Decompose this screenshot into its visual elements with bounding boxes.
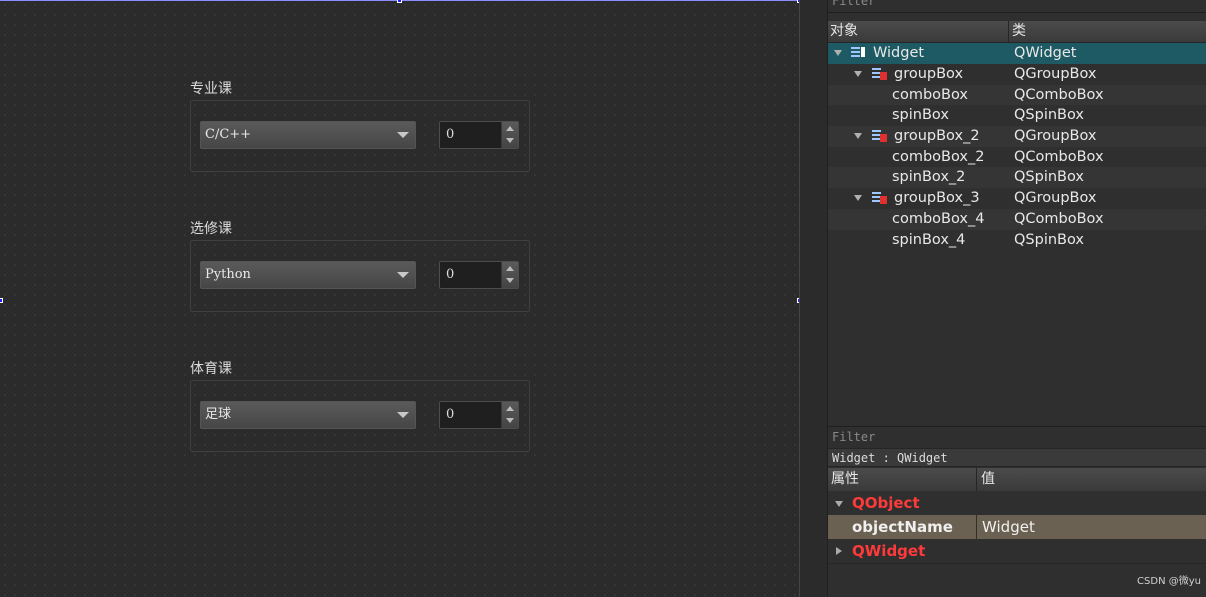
chevron-down-icon[interactable] <box>397 412 409 418</box>
combo-box-value: 足球 <box>205 407 232 422</box>
canvas-margin <box>800 0 827 597</box>
combo-box[interactable]: 足球 <box>200 401 416 429</box>
tree-item-name: spinBox <box>892 107 949 124</box>
tree-row-combobox-2[interactable]: comboBox_2 QComboBox <box>828 147 1206 168</box>
tree-item-class: QSpinBox <box>1014 107 1084 124</box>
tree-row-groupbox-3[interactable]: groupBox_3 QGroupBox <box>828 188 1206 209</box>
tree-item-name: groupBox <box>894 66 964 82</box>
tree-item-name: comboBox <box>892 86 968 103</box>
inspector-panel: Filter 对象 类 Widget QWidget groupBox QGro… <box>827 0 1206 597</box>
spin-box-value: 0 <box>446 127 455 142</box>
category-label: QWidget <box>852 542 926 560</box>
spin-box-value: 0 <box>446 267 455 282</box>
resize-handle-top[interactable] <box>397 0 402 3</box>
chevron-right-icon[interactable] <box>836 547 842 555</box>
chevron-down-icon[interactable] <box>397 132 409 138</box>
property-value[interactable]: Widget <box>982 515 1035 539</box>
property-filter-input[interactable]: Filter <box>828 426 1206 447</box>
object-filter-input[interactable]: Filter <box>828 0 1206 12</box>
tree-item-class: QComboBox <box>1014 210 1104 227</box>
property-object-label: Widget : QWidget <box>828 448 1206 467</box>
chevron-down-icon[interactable] <box>854 195 862 202</box>
spin-buttons[interactable] <box>501 122 518 148</box>
combo-box-value: Python <box>205 267 251 282</box>
tree-item-name: spinBox_2 <box>892 169 966 186</box>
tree-item-name: comboBox_4 <box>892 210 985 227</box>
tree-row-spinbox-4[interactable]: spinBox_4 QSpinBox <box>828 230 1206 251</box>
object-tree-header: 对象 类 <box>828 21 1206 43</box>
arrow-up-icon[interactable] <box>506 126 514 131</box>
tree-item-class: QWidget <box>1014 45 1077 61</box>
spin-box[interactable]: 0 <box>439 121 519 149</box>
object-tree[interactable]: Widget QWidget groupBox QGroupBox comboB… <box>828 43 1206 250</box>
tree-item-name: groupBox_3 <box>894 190 980 207</box>
property-row-objectname[interactable]: objectName Widget <box>828 515 1206 539</box>
divider <box>828 12 1206 13</box>
combo-box-value: C/C++ <box>205 127 252 142</box>
spin-box[interactable]: 0 <box>439 401 519 429</box>
arrow-down-icon[interactable] <box>506 278 514 283</box>
group-box-icon <box>872 192 887 205</box>
canvas-edge <box>799 0 800 597</box>
column-property[interactable]: 属性 <box>831 468 859 491</box>
divider <box>976 468 977 491</box>
tree-item-class: QGroupBox <box>1014 128 1097 145</box>
tree-item-name: Widget <box>873 45 925 61</box>
form-canvas[interactable]: 专业课 C/C++ 0 选修课 Python 0 体育课 足球 0 <box>0 0 802 597</box>
category-label: QObject <box>852 494 920 512</box>
group-box-title: 专业课 <box>190 81 232 97</box>
arrow-up-icon[interactable] <box>506 406 514 411</box>
property-table-header: 属性 值 <box>828 468 1206 491</box>
spin-buttons[interactable] <box>501 262 518 288</box>
tree-item-class: QGroupBox <box>1014 66 1097 82</box>
chevron-down-icon[interactable] <box>834 50 842 56</box>
column-class[interactable]: 类 <box>1012 21 1026 42</box>
arrow-down-icon[interactable] <box>506 138 514 143</box>
spin-box[interactable]: 0 <box>439 261 519 289</box>
tree-row-groupbox-2[interactable]: groupBox_2 QGroupBox <box>828 126 1206 147</box>
tree-row-groupbox[interactable]: groupBox QGroupBox <box>828 64 1206 85</box>
tree-item-class: QComboBox <box>1014 148 1104 165</box>
tree-row-combobox-4[interactable]: comboBox_4 QComboBox <box>828 208 1206 230</box>
tree-item-class: QGroupBox <box>1014 190 1097 207</box>
property-key: objectName <box>852 518 953 536</box>
tree-row-spinbox-2[interactable]: spinBox_2 QSpinBox <box>828 167 1206 189</box>
tree-item-name: comboBox_2 <box>892 148 985 165</box>
chevron-down-icon[interactable] <box>397 272 409 278</box>
resize-handle-left[interactable] <box>0 298 3 303</box>
divider <box>1008 21 1009 42</box>
arrow-up-icon[interactable] <box>506 266 514 271</box>
tree-item-name: groupBox_2 <box>894 128 980 145</box>
chevron-down-icon[interactable] <box>835 501 843 507</box>
group-box-icon <box>872 68 887 80</box>
tree-row-combobox[interactable]: comboBox QComboBox <box>828 84 1206 106</box>
group-box-title: 体育课 <box>190 361 232 377</box>
group-box-icon <box>872 130 887 143</box>
property-category-qobject[interactable]: QObject <box>828 491 1206 515</box>
tree-row-widget[interactable]: Widget QWidget <box>828 43 1206 64</box>
chevron-down-icon[interactable] <box>854 71 862 77</box>
tree-item-class: QComboBox <box>1014 86 1104 103</box>
column-object[interactable]: 对象 <box>830 21 858 42</box>
group-box-title: 选修课 <box>190 221 232 237</box>
arrow-down-icon[interactable] <box>506 418 514 423</box>
widget-icon <box>851 47 865 57</box>
property-category-qwidget[interactable]: QWidget <box>828 539 1206 564</box>
tree-item-name: spinBox_4 <box>892 231 966 248</box>
spin-box-value: 0 <box>446 407 455 422</box>
combo-box[interactable]: C/C++ <box>200 121 416 149</box>
tree-item-class: QSpinBox <box>1014 231 1084 248</box>
combo-box[interactable]: Python <box>200 261 416 289</box>
tree-item-class: QSpinBox <box>1014 169 1084 186</box>
tree-row-spinbox[interactable]: spinBox QSpinBox <box>828 105 1206 126</box>
column-value[interactable]: 值 <box>981 468 995 491</box>
watermark: CSDN @微yu <box>1137 576 1201 587</box>
divider <box>976 515 977 539</box>
spin-buttons[interactable] <box>501 402 518 428</box>
chevron-down-icon[interactable] <box>854 133 862 140</box>
